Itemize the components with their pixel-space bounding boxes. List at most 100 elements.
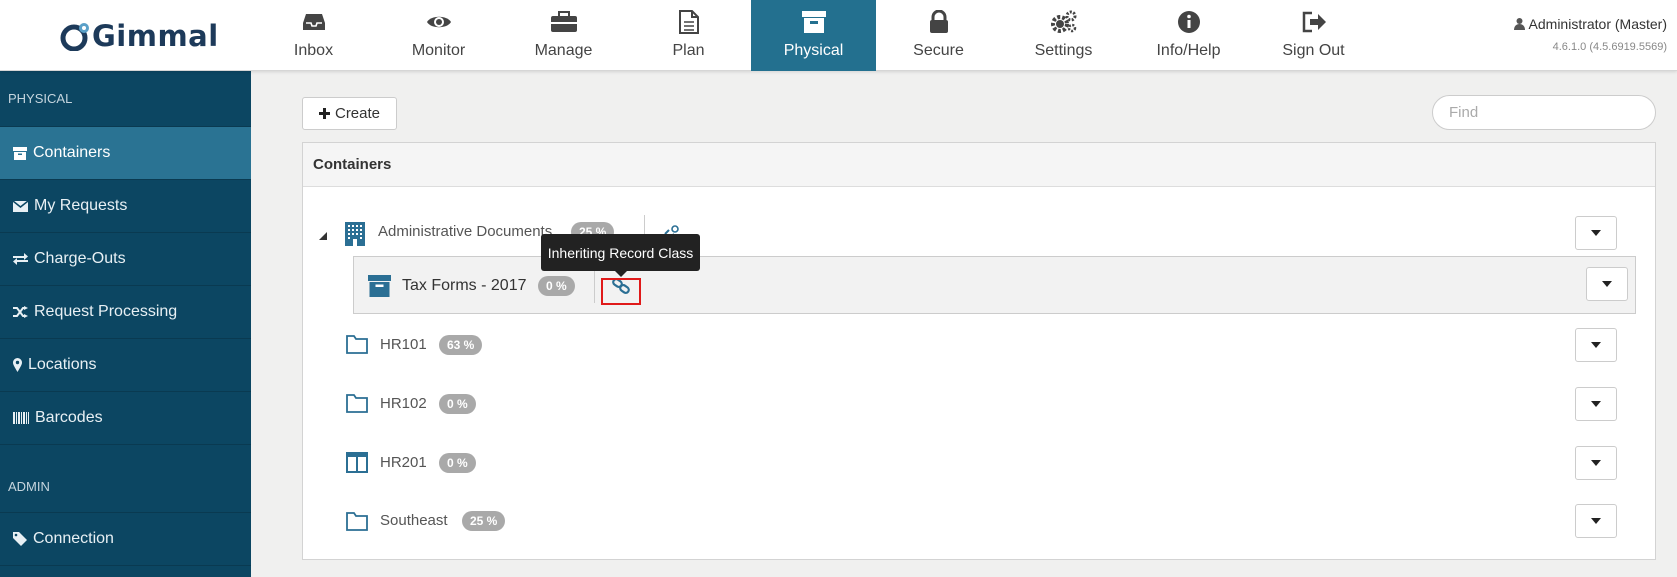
nav-inbox[interactable]: Inbox — [251, 0, 376, 71]
user-name: Administrator (Master) — [1528, 16, 1667, 32]
nav-label: Manage — [534, 42, 593, 59]
nav-manage[interactable]: Manage — [501, 0, 626, 71]
sidebar-item-connection[interactable]: Connection — [0, 513, 251, 566]
gimmal-logo[interactable]: Gimmal — [60, 12, 219, 60]
document-icon — [678, 10, 699, 34]
user-info: Administrator (Master) 4.6.1.0 (4.5.6919… — [1513, 16, 1667, 53]
sidebar-item-barcodes[interactable]: Barcodes — [0, 392, 251, 445]
building-icon — [345, 222, 365, 251]
barcode-icon — [13, 412, 29, 424]
archive-box-icon — [368, 275, 391, 302]
row-label: HR201 — [380, 454, 427, 471]
caret-down-icon — [1591, 230, 1601, 236]
create-button-label: Create — [334, 105, 381, 122]
find-input[interactable] — [1432, 95, 1656, 130]
percent-badge: 0 % — [538, 276, 575, 296]
sidebar-item-label: My Requests — [34, 197, 128, 214]
percent-badge: 25 % — [462, 511, 506, 531]
folder-icon — [346, 394, 368, 418]
row-actions-dropdown[interactable] — [1575, 328, 1617, 362]
sidebar-item-my-requests[interactable]: My Requests — [0, 180, 251, 233]
nav-label: Secure — [913, 42, 964, 59]
caret-down-icon — [1602, 281, 1612, 287]
sidebar-section-admin: ADMIN — [0, 461, 251, 513]
sidebar: PHYSICAL Containers My Requests Charge-O… — [0, 71, 251, 577]
logo-text: Gimmal — [92, 19, 219, 53]
tree-row-southeast[interactable]: Southeast 25 % — [303, 494, 1655, 550]
row-actions-dropdown[interactable] — [1586, 267, 1628, 301]
row-actions-dropdown[interactable] — [1575, 504, 1617, 538]
nav-label: Inbox — [293, 42, 334, 59]
sidebar-section-physical: PHYSICAL — [0, 71, 251, 127]
percent-badge: 0 % — [439, 453, 476, 473]
version-text: 4.6.1.0 (4.5.6919.5569) — [1552, 41, 1667, 53]
caret-down-icon — [1591, 342, 1601, 348]
sidebar-item-label: Locations — [28, 356, 97, 373]
columns-icon — [346, 452, 368, 478]
row-label: Administrative Documents — [378, 223, 553, 240]
inbox-icon — [302, 14, 325, 30]
row-label: HR102 — [380, 395, 427, 412]
top-navigation-bar: Gimmal Inbox Monitor Manage Plan Physica… — [0, 0, 1677, 71]
tree-row-hr101[interactable]: HR101 63 % — [303, 317, 1655, 373]
nav-label: Settings — [1034, 42, 1093, 59]
sidebar-item-label: Barcodes — [35, 409, 103, 426]
row-label: HR101 — [380, 336, 427, 353]
percent-badge: 0 % — [439, 394, 476, 414]
nav-sign-out[interactable]: Sign Out — [1251, 0, 1376, 71]
sidebar-item-charge-outs[interactable]: Charge-Outs — [0, 233, 251, 286]
caret-down-icon — [1591, 460, 1601, 466]
tooltip-inheriting-record-class: Inheriting Record Class — [541, 234, 700, 277]
sidebar-item-locations[interactable]: Locations — [0, 339, 251, 392]
nav-plan[interactable]: Plan — [626, 0, 751, 71]
envelope-icon — [13, 200, 28, 212]
row-label: Tax Forms - 2017 — [402, 277, 527, 294]
sidebar-item-label: Connection — [33, 530, 114, 547]
archive-icon — [13, 146, 27, 160]
sidebar-item-request-processing[interactable]: Request Processing — [0, 286, 251, 339]
sidebar-item-label: Containers — [33, 144, 111, 161]
percent-badge: 63 % — [439, 335, 483, 355]
exchange-icon — [13, 253, 28, 265]
map-marker-icon — [13, 358, 22, 372]
nav-secure[interactable]: Secure — [876, 0, 1001, 71]
nav-label: Physical — [783, 42, 844, 59]
folder-icon — [346, 512, 368, 536]
tree-row-hr201[interactable]: HR201 0 % — [303, 435, 1655, 491]
tag-icon — [13, 532, 27, 546]
sidebar-item-containers[interactable]: Containers — [0, 127, 251, 180]
nav-label: Info/Help — [1156, 42, 1221, 59]
nav-physical[interactable]: Physical — [751, 0, 876, 71]
nav-monitor[interactable]: Monitor — [376, 0, 501, 71]
sidebar-item-label: Charge-Outs — [34, 250, 126, 267]
nav-settings[interactable]: Settings — [1001, 0, 1126, 71]
shuffle-icon — [13, 306, 28, 318]
sidebar-item-label: Request Processing — [34, 303, 178, 320]
user-menu[interactable]: Administrator (Master) — [1513, 16, 1667, 32]
row-actions-dropdown[interactable] — [1575, 446, 1617, 480]
caret-down-icon — [1591, 518, 1601, 524]
collapse-caret-icon[interactable] — [319, 227, 327, 245]
info-icon — [1177, 11, 1200, 33]
row-actions-dropdown[interactable] — [1575, 387, 1617, 421]
gears-icon — [1050, 10, 1076, 33]
nav-label: Sign Out — [1282, 42, 1345, 59]
sign-out-icon — [1302, 11, 1326, 33]
briefcase-icon — [550, 11, 577, 32]
divider — [594, 269, 595, 303]
tree-row-hr102[interactable]: HR102 0 % — [303, 376, 1655, 432]
nav-info-help[interactable]: Info/Help — [1126, 0, 1251, 71]
nav-label: Monitor — [411, 42, 466, 59]
nav-label: Plan — [672, 42, 705, 59]
row-actions-dropdown[interactable] — [1575, 216, 1617, 250]
row-label: Southeast — [380, 512, 448, 529]
tree-row-administrative-documents[interactable]: Administrative Documents 25 % — [303, 205, 1655, 261]
create-button[interactable]: Create — [302, 97, 397, 130]
folder-icon — [346, 335, 368, 359]
highlight-box — [601, 278, 641, 305]
archive-box-icon — [801, 11, 826, 33]
caret-down-icon — [1591, 401, 1601, 407]
panel-title: Containers — [303, 143, 1655, 187]
lock-icon — [929, 10, 948, 33]
